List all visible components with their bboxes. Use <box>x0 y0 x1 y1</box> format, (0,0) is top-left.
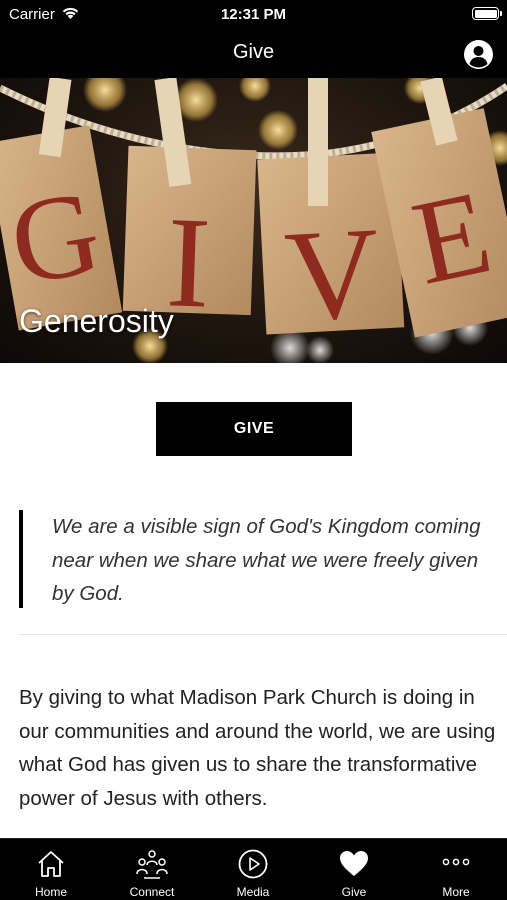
tab-more[interactable]: More <box>405 839 507 900</box>
tab-connect[interactable]: Connect <box>101 839 203 900</box>
person-icon <box>465 41 492 68</box>
divider <box>19 634 507 635</box>
tab-give[interactable]: Give <box>303 839 405 900</box>
page-title: Give <box>232 41 275 63</box>
hero-title: Generosity <box>19 303 174 339</box>
tab-more-label: More <box>442 885 470 899</box>
battery-icon <box>472 7 502 20</box>
status-bar: Carrier 12:31 PM <box>0 0 507 30</box>
give-button[interactable]: GIVE <box>156 402 352 456</box>
more-icon <box>442 858 470 866</box>
home-icon <box>38 851 64 877</box>
quote-text: We are a visible sign of God's Kingdom c… <box>52 515 481 605</box>
heart-icon <box>340 851 368 876</box>
tab-give-label: Give <box>341 885 367 899</box>
profile-button[interactable] <box>464 40 493 69</box>
tab-connect-label: Connect <box>129 885 175 899</box>
navigation-bar: Give <box>0 30 507 78</box>
tab-home-label: Home <box>34 885 67 899</box>
tab-media[interactable]: Media <box>202 839 304 900</box>
tab-media-label: Media <box>236 885 270 899</box>
hero-banner: G I V E Generosity <box>0 78 507 363</box>
tab-bar: Home Connect Media Give More <box>0 838 507 900</box>
tab-home[interactable]: Home <box>0 839 102 900</box>
body-paragraph: By giving to what Madison Park Church is… <box>19 686 496 810</box>
people-icon <box>136 850 168 879</box>
status-time: 12:31 PM <box>220 6 287 23</box>
play-icon <box>238 849 268 879</box>
quote-bar <box>19 510 23 608</box>
